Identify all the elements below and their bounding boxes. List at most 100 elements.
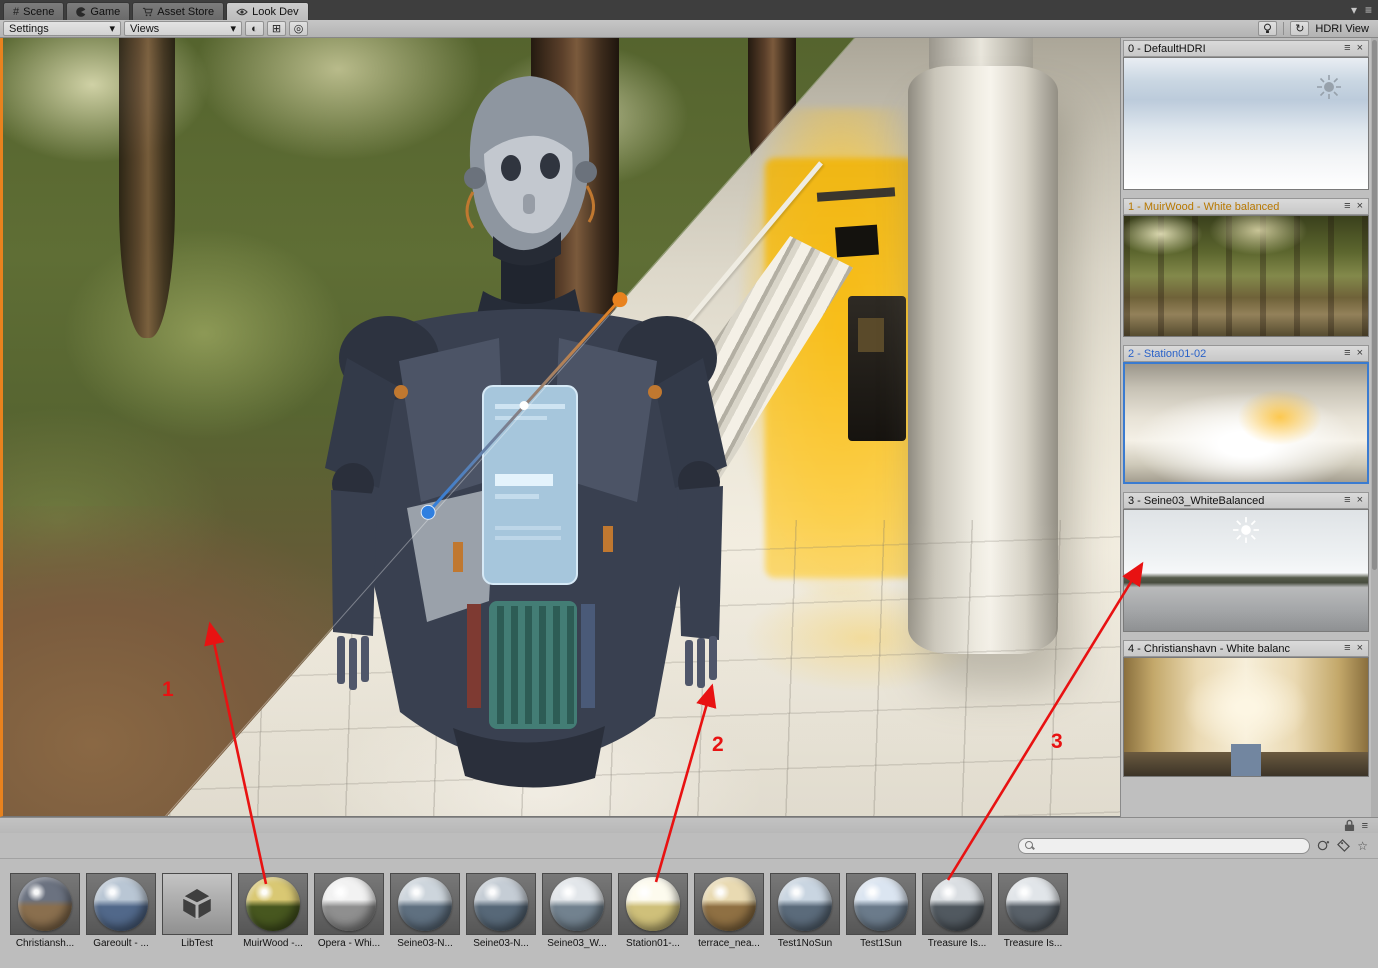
panel-scrollbar[interactable] xyxy=(1371,38,1378,817)
asset-thumbnail[interactable]: LibTest xyxy=(162,873,232,949)
hdri-item-header[interactable]: 3 - Seine03_WhiteBalanced ≡ × xyxy=(1123,492,1369,509)
hdri-item-header[interactable]: 1 - MuirWood - White balanced ≡ × xyxy=(1123,198,1369,215)
chevron-down-icon: ▾ xyxy=(109,22,115,35)
hdri-preview-selected[interactable] xyxy=(1123,362,1369,484)
hdri-item-header[interactable]: 4 - Christianshavn - White balanc ≡ × xyxy=(1123,640,1369,657)
views-dropdown[interactable]: Views ▾ xyxy=(124,21,242,36)
chevron-down-icon: ▾ xyxy=(230,22,236,35)
favorites-star-icon[interactable]: ☆ xyxy=(1357,840,1368,852)
hdri-item-title: 1 - MuirWood - White balanced xyxy=(1128,201,1339,213)
orbit-button[interactable]: ◎ xyxy=(289,21,308,36)
asset-label: Test1NoSun xyxy=(770,938,840,949)
orbit-icon: ◎ xyxy=(294,22,304,35)
search-input[interactable] xyxy=(1038,839,1303,853)
refresh-icon: ↻ xyxy=(1295,22,1304,35)
asset-label: MuirWood -... xyxy=(238,938,308,949)
lock-icon[interactable] xyxy=(1344,819,1355,832)
hdri-sphere xyxy=(474,877,528,931)
close-icon[interactable]: × xyxy=(1356,348,1364,359)
search-field[interactable] xyxy=(1018,838,1310,854)
asset-label: Treasure Is... xyxy=(998,938,1068,949)
split-blue-handle[interactable] xyxy=(421,505,435,519)
split-mode-button[interactable]: ◐ xyxy=(245,21,264,36)
asset-label: Seine03-N... xyxy=(390,938,460,949)
lookdev-toolbar: Settings ▾ Views ▾ ◐ ⊞ ◎ ↻ HDRI View xyxy=(0,20,1378,38)
split-orange-handle[interactable] xyxy=(612,292,627,307)
pane-menu-icon[interactable]: ≡ xyxy=(1343,201,1351,212)
tab-game[interactable]: Game xyxy=(66,2,130,20)
hdri-view-toggle[interactable]: HDRI View xyxy=(1312,23,1375,35)
asset-label: LibTest xyxy=(162,938,232,949)
asset-thumbnail[interactable]: Treasure Is... xyxy=(922,873,992,949)
hdri-item-2: 2 - Station01-02 ≡ × xyxy=(1123,345,1369,484)
project-browser: ≡ ☆ Christiansh... Gareoult - ... LibT xyxy=(0,817,1378,968)
zoom-frame-button[interactable]: ⊞ xyxy=(267,21,286,36)
pane-menu-icon[interactable]: ≡ xyxy=(1343,348,1351,359)
asset-thumbnail[interactable]: Seine03_W... xyxy=(542,873,612,949)
asset-label: Station01-... xyxy=(618,938,688,949)
close-icon[interactable]: × xyxy=(1356,643,1364,654)
hdri-sphere xyxy=(18,877,72,931)
asset-label: Treasure Is... xyxy=(922,938,992,949)
tab-scene[interactable]: # Scene xyxy=(3,2,64,20)
asset-thumbnail[interactable]: Test1NoSun xyxy=(770,873,840,949)
hdri-sphere xyxy=(854,877,908,931)
close-icon[interactable]: × xyxy=(1356,43,1364,54)
close-icon[interactable]: × xyxy=(1356,495,1364,506)
hdri-item-1: 1 - MuirWood - White balanced ≡ × xyxy=(1123,198,1369,337)
hdri-preview[interactable] xyxy=(1123,657,1369,777)
hdri-sphere xyxy=(626,877,680,931)
asset-thumbnail[interactable]: Treasure Is... xyxy=(998,873,1068,949)
cart-icon xyxy=(142,7,153,17)
frame-icon: ⊞ xyxy=(272,22,281,35)
hdri-view-panel: 0 - DefaultHDRI ≡ × 1 - MuirWood - White… xyxy=(1120,38,1378,817)
pane-dropdown-icon[interactable]: ▾ xyxy=(1351,3,1357,17)
pane-menu-icon[interactable]: ≡ xyxy=(1343,43,1351,54)
hdri-sphere xyxy=(778,877,832,931)
environment-light-button[interactable] xyxy=(1258,21,1277,36)
hdri-sphere xyxy=(1006,877,1060,931)
hdri-item-header[interactable]: 0 - DefaultHDRI ≡ × xyxy=(1123,40,1369,57)
hdri-item-3: 3 - Seine03_WhiteBalanced ≡ × xyxy=(1123,492,1369,632)
close-icon[interactable]: × xyxy=(1356,201,1364,212)
hdri-sphere xyxy=(702,877,756,931)
half-circle-icon: ◐ xyxy=(251,23,258,35)
asset-thumbnail[interactable]: MuirWood -... xyxy=(238,873,308,949)
tag-icon[interactable] xyxy=(1337,839,1350,852)
pane-menu-icon[interactable]: ≡ xyxy=(1343,643,1351,654)
asset-thumbnail[interactable]: Seine03-N... xyxy=(466,873,536,949)
tab-asset-store-label: Asset Store xyxy=(157,6,214,18)
asset-label: Test1Sun xyxy=(846,938,916,949)
asset-thumbnail[interactable]: Opera - Whi... xyxy=(314,873,384,949)
tab-asset-store[interactable]: Asset Store xyxy=(132,2,224,20)
hdri-preview[interactable] xyxy=(1123,215,1369,337)
views-dropdown-label: Views xyxy=(130,23,159,35)
asset-thumbnail[interactable]: Gareoult - ... xyxy=(86,873,156,949)
split-separator-overlay xyxy=(3,38,1120,816)
hdri-preview[interactable] xyxy=(1123,57,1369,190)
scrollbar-thumb[interactable] xyxy=(1372,40,1377,570)
pane-menu-icon[interactable]: ≡ xyxy=(1362,820,1368,832)
asset-label: Seine03-N... xyxy=(466,938,536,949)
refresh-hdri-button[interactable]: ↻ xyxy=(1290,21,1309,36)
tab-look-dev[interactable]: Look Dev xyxy=(226,2,308,20)
lookdev-viewport[interactable] xyxy=(0,38,1120,817)
split-center-handle[interactable] xyxy=(520,401,529,410)
asset-thumbnail[interactable]: terrace_nea... xyxy=(694,873,764,949)
pane-menu-icon[interactable]: ≡ xyxy=(1343,495,1351,506)
asset-thumbnail[interactable]: Test1Sun xyxy=(846,873,916,949)
sun-flare-icon xyxy=(1316,74,1342,100)
church-carpet xyxy=(1231,744,1260,776)
asset-thumbnail[interactable]: Station01-... xyxy=(618,873,688,949)
asset-thumbnail-strip: Christiansh... Gareoult - ... LibTest Mu… xyxy=(0,859,1378,949)
sphere-filter-icon[interactable] xyxy=(1317,839,1330,852)
asset-thumbnail[interactable]: Seine03-N... xyxy=(390,873,460,949)
hdri-item-header[interactable]: 2 - Station01-02 ≡ × xyxy=(1123,345,1369,362)
game-icon xyxy=(76,7,86,17)
settings-dropdown[interactable]: Settings ▾ xyxy=(3,21,121,36)
hdri-preview[interactable] xyxy=(1123,509,1369,632)
pane-menu-icon[interactable]: ≡ xyxy=(1365,3,1372,17)
hdri-sphere xyxy=(94,877,148,931)
tab-scene-label: Scene xyxy=(23,6,54,18)
asset-thumbnail[interactable]: Christiansh... xyxy=(10,873,80,949)
